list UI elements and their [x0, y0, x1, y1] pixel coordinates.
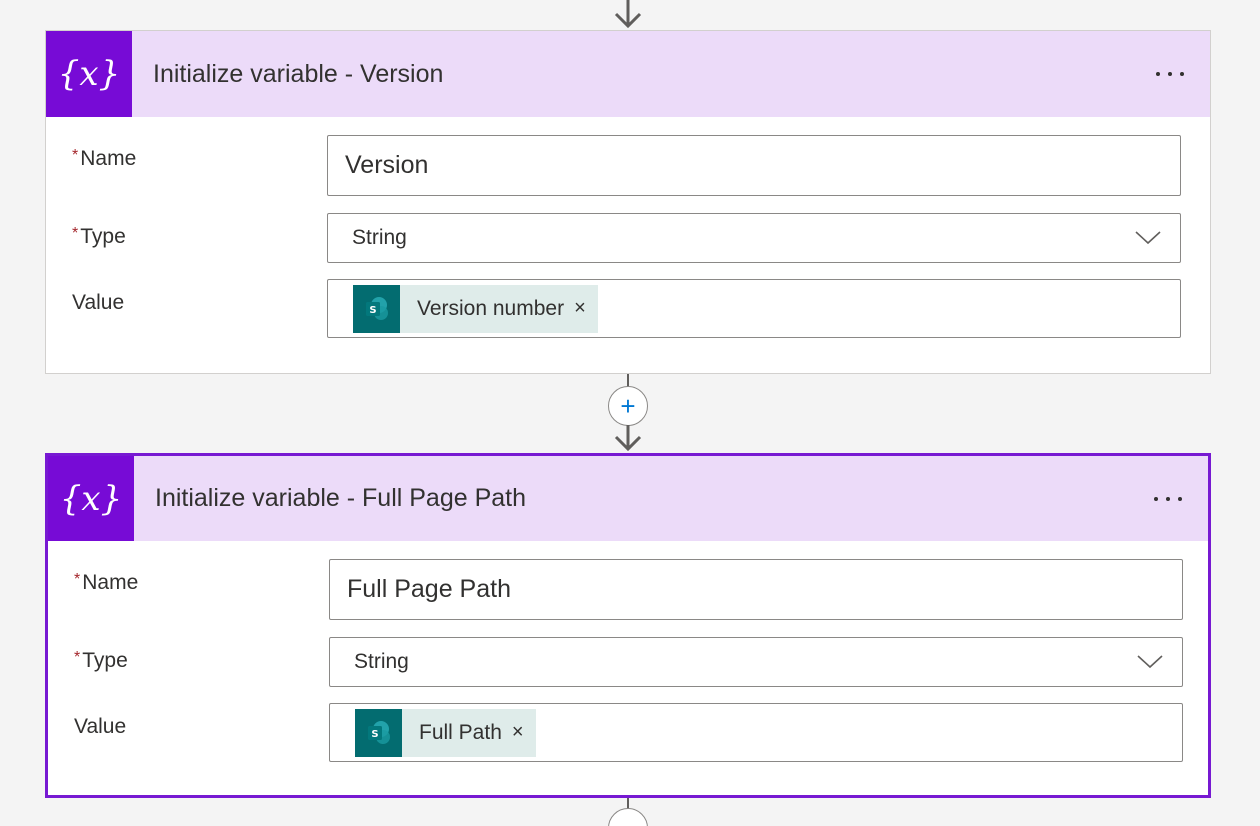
- type-select[interactable]: String: [327, 213, 1181, 263]
- name-input[interactable]: Version: [327, 135, 1181, 196]
- token-label: Version number: [417, 297, 564, 321]
- svg-text:S: S: [369, 305, 376, 316]
- type-select-value: String: [352, 226, 407, 250]
- more-options-button[interactable]: [1140, 54, 1200, 94]
- remove-token-button[interactable]: ×: [574, 297, 586, 320]
- name-label: *Name: [72, 147, 136, 171]
- action-card-version[interactable]: {x} Initialize variable - Version *Name …: [45, 30, 1211, 374]
- name-input[interactable]: Full Page Path: [329, 559, 1183, 620]
- action-card-full-page-path[interactable]: {x} Initialize variable - Full Page Path…: [45, 453, 1211, 798]
- value-label: Value: [72, 291, 124, 315]
- card-title: Initialize variable - Full Page Path: [155, 484, 1138, 513]
- type-select[interactable]: String: [329, 637, 1183, 687]
- name-input-value: Version: [345, 151, 428, 180]
- type-label: *Type: [74, 649, 128, 673]
- card-header[interactable]: {x} Initialize variable - Full Page Path: [48, 456, 1208, 541]
- arrow-down-icon: [608, 425, 648, 455]
- required-marker: *: [74, 571, 80, 588]
- card-header[interactable]: {x} Initialize variable - Version: [46, 31, 1210, 117]
- svg-text:S: S: [371, 729, 378, 740]
- more-options-button[interactable]: [1138, 479, 1198, 519]
- arrow-down-icon: [608, 0, 648, 30]
- add-step-button[interactable]: +: [608, 386, 648, 426]
- value-input[interactable]: S Full Path ×: [329, 703, 1183, 762]
- required-marker: *: [72, 225, 78, 242]
- sharepoint-icon: S: [355, 709, 402, 757]
- remove-token-button[interactable]: ×: [512, 721, 524, 744]
- required-marker: *: [74, 649, 80, 666]
- svg-text:{x}: {x}: [60, 479, 122, 519]
- add-step-button-partial[interactable]: [608, 808, 648, 826]
- value-input[interactable]: S Version number ×: [327, 279, 1181, 338]
- variable-icon: {x}: [48, 456, 134, 541]
- variable-icon: {x}: [46, 31, 132, 117]
- flow-canvas: {x} Initialize variable - Version *Name …: [0, 0, 1260, 826]
- dynamic-content-token[interactable]: S Version number ×: [353, 285, 598, 333]
- type-select-value: String: [354, 650, 409, 674]
- token-label: Full Path: [419, 721, 502, 745]
- chevron-down-icon[interactable]: [1130, 647, 1170, 677]
- type-label: *Type: [72, 225, 126, 249]
- svg-text:{x}: {x}: [58, 54, 120, 94]
- card-title: Initialize variable - Version: [153, 60, 1140, 89]
- name-input-value: Full Page Path: [347, 575, 511, 604]
- dynamic-content-token[interactable]: S Full Path ×: [355, 709, 536, 757]
- required-marker: *: [72, 147, 78, 164]
- value-label: Value: [74, 715, 126, 739]
- name-label: *Name: [74, 571, 138, 595]
- sharepoint-icon: S: [353, 285, 400, 333]
- chevron-down-icon[interactable]: [1128, 223, 1168, 253]
